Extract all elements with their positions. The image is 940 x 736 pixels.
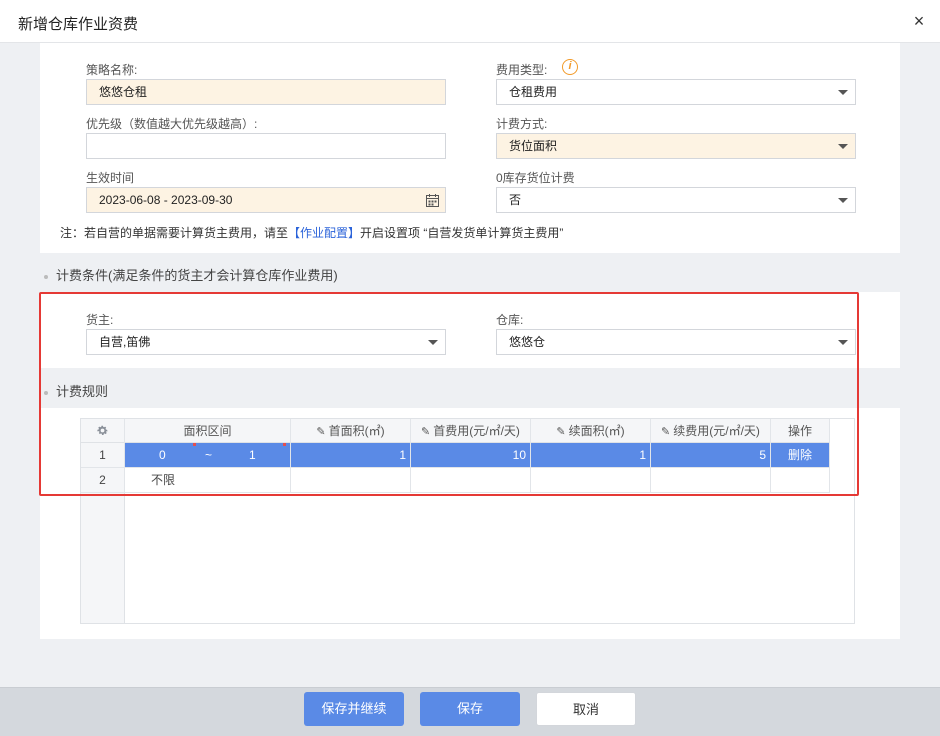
range-tilde: ~ [205, 448, 213, 462]
pencil-icon: ✎ [316, 426, 326, 438]
col-next-fee: ✎ 续费用(元/㎡/天) [651, 419, 771, 443]
zero-stock-label: 0库存货位计费 [496, 171, 575, 185]
conditions-section-title: 计费条件(满足条件的货主才会计算仓库作业费用) [44, 265, 338, 284]
action-cell [771, 468, 830, 492]
warehouse-select[interactable]: 悠悠仓 [496, 329, 856, 355]
zero-stock-select[interactable]: 否 [496, 187, 856, 213]
col-next-area-label: 续面积(㎡) [568, 424, 625, 438]
next-fee-cell[interactable]: 5 [651, 443, 771, 467]
note-prefix: 注：若自营的单据需要计算货主费用，请至 [60, 226, 289, 240]
strategy-name-label: 策略名称: [86, 63, 138, 77]
info-icon[interactable]: i [562, 59, 578, 75]
priority-input[interactable] [86, 133, 446, 159]
first-fee-cell[interactable] [411, 468, 531, 492]
basic-info-panel: 策略名称: 悠悠仓租 费用类型: i 仓租费用 优先级（数值越大优先级越高）: … [40, 43, 900, 253]
config-note: 注：若自营的单据需要计算货主费用，请至【作业配置】开启设置项 “自营发货单计算货… [60, 224, 563, 241]
conditions-panel: 货主: 自营,笛佛 仓库: 悠悠仓 [40, 292, 900, 368]
chevron-down-icon [838, 144, 848, 149]
area-range-cell[interactable]: 0 ~ 1 [125, 443, 291, 467]
rules-section-title: 计费规则 [44, 381, 108, 400]
grid-settings-header[interactable] [81, 419, 125, 443]
chevron-down-icon [838, 90, 848, 95]
job-config-link[interactable]: 【作业配置】 [288, 226, 360, 240]
owner-select[interactable]: 自营,笛佛 [86, 329, 446, 355]
save-continue-button[interactable]: 保存并继续 [304, 692, 404, 726]
effective-time-value: 2023-06-08 - 2023-09-30 [99, 193, 233, 207]
row-index: 2 [81, 468, 125, 492]
col-first-fee: ✎ 首费用(元/㎡/天) [411, 419, 531, 443]
fee-type-label: 费用类型: [496, 63, 548, 77]
rules-grid: 面积区间 ✎ 首面积(㎡) ✎ 首费用(元/㎡/天) ✎ 续面积(㎡) ✎ 续费用(元/… [80, 418, 855, 624]
calendar-icon[interactable] [426, 194, 439, 207]
col-area-range: 面积区间 [125, 419, 291, 443]
range-from[interactable]: 0 [159, 443, 166, 467]
edit-marker [283, 443, 286, 446]
effective-time-label: 生效时间 [86, 171, 135, 185]
dialog-title: 新增仓库作业资费 [18, 16, 139, 33]
note-suffix: 开启设置项 “自营发货单计算货主费用” [360, 226, 564, 240]
grid-header: 面积区间 ✎ 首面积(㎡) ✎ 首费用(元/㎡/天) ✎ 续面积(㎡) ✎ 续费用(元/… [81, 419, 830, 443]
first-area-cell[interactable]: 1 [291, 443, 411, 467]
delete-row-button[interactable]: 删除 [771, 443, 830, 467]
owner-value: 自营,笛佛 [99, 335, 151, 349]
gear-icon[interactable] [96, 424, 109, 437]
warehouse-label: 仓库: [496, 313, 524, 327]
dialog-titlebar: 新增仓库作业资费 × [0, 0, 940, 43]
billing-method-value: 货位面积 [509, 139, 558, 153]
next-fee-cell[interactable] [651, 468, 771, 492]
chevron-down-icon [428, 340, 438, 345]
bullet-icon [44, 274, 48, 279]
warehouse-value: 悠悠仓 [509, 335, 546, 349]
col-first-area: ✎ 首面积(㎡) [291, 419, 411, 443]
save-button[interactable]: 保存 [420, 692, 520, 726]
table-row[interactable]: 2 不限 [81, 468, 830, 493]
col-first-fee-label: 首费用(元/㎡/天) [433, 424, 520, 438]
strategy-name-value: 悠悠仓租 [99, 85, 148, 99]
chevron-down-icon [838, 198, 848, 203]
col-first-area-label: 首面积(㎡) [328, 424, 385, 438]
strategy-name-input[interactable]: 悠悠仓租 [86, 79, 446, 105]
range-to[interactable]: 1 [249, 443, 256, 467]
fee-type-value: 仓租费用 [509, 85, 558, 99]
col-action: 操作 [771, 419, 830, 443]
bullet-icon [44, 390, 48, 395]
rules-title-text: 计费规则 [56, 384, 109, 399]
chevron-down-icon [838, 340, 848, 345]
range-unlimited-text: 不限 [151, 473, 176, 487]
table-row[interactable]: 1 0 ~ 1 1 10 1 5 删除 [81, 443, 830, 468]
col-next-fee-label: 续费用(元/㎡/天) [673, 424, 760, 438]
first-fee-cell[interactable]: 10 [411, 443, 531, 467]
area-range-cell[interactable]: 不限 [125, 468, 291, 492]
billing-method-select[interactable]: 货位面积 [496, 133, 856, 159]
dialog-footer: 保存并继续 保存 取消 [0, 687, 940, 736]
pencil-icon: ✎ [421, 426, 431, 438]
conditions-title-text: 计费条件(满足条件的货主才会计算仓库作业费用) [56, 268, 338, 283]
next-area-cell[interactable] [531, 468, 651, 492]
next-area-cell[interactable]: 1 [531, 443, 651, 467]
edit-marker [193, 443, 196, 446]
col-next-area: ✎ 续面积(㎡) [531, 419, 651, 443]
cancel-button[interactable]: 取消 [536, 692, 636, 726]
fee-type-select[interactable]: 仓租费用 [496, 79, 856, 105]
first-area-cell[interactable] [291, 468, 411, 492]
row-index: 1 [81, 443, 125, 467]
priority-label: 优先级（数值越大优先级越高）: [86, 117, 258, 131]
close-icon[interactable]: × [908, 10, 930, 32]
pencil-icon: ✎ [661, 426, 671, 438]
pencil-icon: ✎ [556, 426, 566, 438]
effective-time-input[interactable]: 2023-06-08 - 2023-09-30 [86, 187, 446, 213]
owner-label: 货主: [86, 313, 114, 327]
zero-stock-value: 否 [509, 193, 522, 207]
billing-method-label: 计费方式: [496, 117, 548, 131]
